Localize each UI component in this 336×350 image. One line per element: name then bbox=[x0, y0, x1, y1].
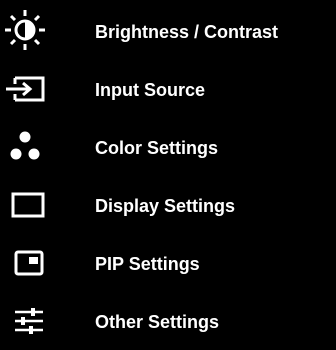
sliders-icon bbox=[3, 298, 47, 342]
osd-main-menu: Brightness / Contrast Input Source Color… bbox=[0, 0, 336, 342]
menu-item-input-source[interactable]: Input Source bbox=[0, 62, 336, 118]
menu-item-label: Display Settings bbox=[95, 196, 236, 216]
menu-item-label: Color Settings bbox=[95, 138, 219, 158]
menu-item-color-settings[interactable]: Color Settings bbox=[0, 120, 336, 176]
color-dots-icon bbox=[3, 124, 47, 168]
display-rectangle-icon bbox=[3, 182, 47, 226]
menu-item-display-settings[interactable]: Display Settings bbox=[0, 178, 336, 234]
menu-item-brightness-contrast[interactable]: Brightness / Contrast bbox=[0, 4, 336, 60]
input-source-icon bbox=[3, 66, 47, 110]
menu-item-label: Input Source bbox=[95, 80, 206, 100]
menu-item-label: PIP Settings bbox=[95, 254, 200, 274]
brightness-contrast-icon bbox=[3, 8, 47, 52]
menu-item-label: Brightness / Contrast bbox=[95, 22, 279, 42]
picture-in-picture-icon bbox=[3, 240, 47, 284]
menu-item-pip-settings[interactable]: PIP Settings bbox=[0, 236, 336, 292]
